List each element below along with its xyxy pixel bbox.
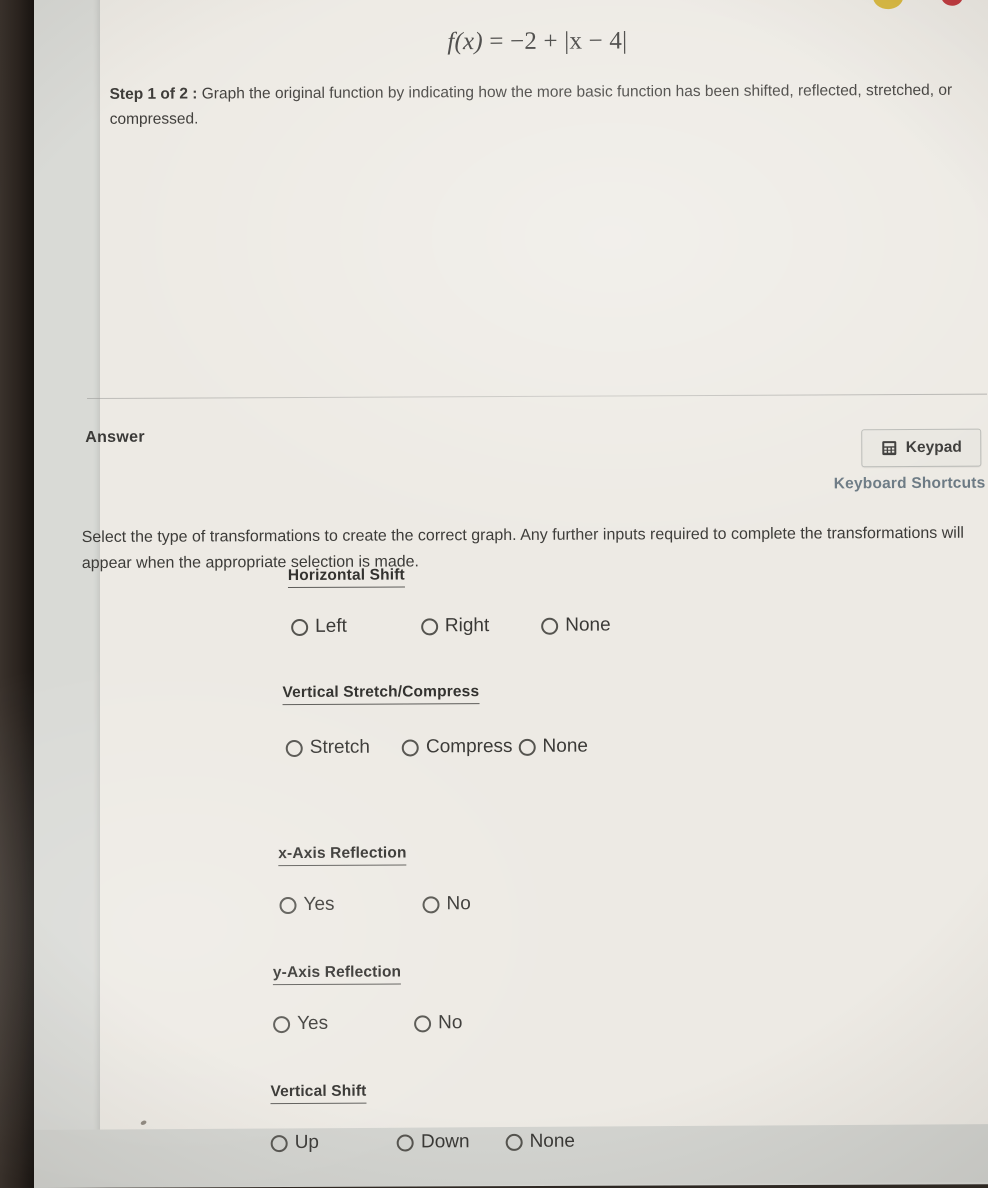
radio-option-compress[interactable]: Compress (401, 735, 513, 759)
radio-option-label: Left (315, 615, 347, 637)
radio-option-label: Compress (425, 735, 513, 758)
radio-option-stretch[interactable]: Stretch (285, 736, 371, 759)
radio-circle-icon (505, 1133, 523, 1151)
radio-circle-icon (401, 738, 419, 756)
radio-option-none[interactable]: None (505, 1131, 575, 1153)
radio-option-label: Yes (303, 893, 335, 915)
radio-option-no[interactable]: No (422, 893, 471, 915)
group-title: Vertical Stretch/Compress (282, 683, 480, 706)
screenshot-photo: f(x) = −2 + |x − 4| Step 1 of 2 : Graph … (0, 0, 988, 1188)
radio-option-label: Right (444, 615, 490, 637)
answer-heading: Answer (85, 428, 145, 447)
radio-option-up[interactable]: Up (270, 1131, 320, 1154)
keypad-button-label: Keypad (905, 438, 962, 457)
radio-circle-icon (420, 617, 438, 635)
radio-circle-icon (273, 1015, 291, 1033)
step-text: Graph the original function by indicatin… (109, 81, 953, 128)
radio-circle-icon (414, 1014, 432, 1032)
radio-option-none[interactable]: None (541, 614, 611, 636)
radio-option-yes[interactable]: Yes (279, 893, 335, 916)
dust-speck (140, 1119, 148, 1126)
formula-arg: (x) (454, 28, 483, 56)
radio-option-label: Yes (297, 1012, 329, 1034)
step-instruction: Step 1 of 2 : Graph the original functio… (109, 78, 959, 132)
options-row: Yes No (279, 893, 471, 916)
radio-option-yes[interactable]: Yes (273, 1013, 328, 1035)
radio-option-no[interactable]: No (414, 1012, 462, 1034)
transformation-group-y-axis-reflection: y-Axis Reflection Yes No (272, 963, 463, 1035)
transformation-group-horizontal-shift: Horizontal Shift Left Right None (287, 565, 611, 638)
options-row: Left Right None (291, 614, 611, 638)
question-page: f(x) = −2 + |x − 4| Step 1 of 2 : Graph … (0, 0, 988, 1188)
radio-circle-icon (396, 1133, 415, 1152)
calculator-keypad-icon (881, 440, 897, 456)
radio-circle-icon (279, 896, 297, 914)
radio-option-label: None (542, 735, 588, 757)
options-row: Yes No (273, 1012, 462, 1035)
radio-option-label: None (529, 1130, 576, 1152)
radio-option-label: Stretch (309, 736, 371, 758)
keyboard-shortcuts-link[interactable]: Keyboard Shortcuts (834, 475, 986, 494)
radio-option-label: Up (294, 1131, 320, 1154)
radio-circle-icon (285, 739, 303, 757)
group-title: x-Axis Reflection (278, 844, 407, 867)
transformation-group-vertical-stretch-compress: Vertical Stretch/Compress Stretch Compre… (282, 683, 588, 759)
step-label: Step 1 of 2 : (109, 85, 198, 103)
group-title: Horizontal Shift (287, 566, 405, 589)
function-formula: f(x) = −2 + |x − 4| (97, 26, 977, 58)
transformation-group-x-axis-reflection: x-Axis Reflection Yes No (278, 844, 471, 916)
group-title: y-Axis Reflection (272, 963, 402, 986)
radio-option-label: No (438, 1012, 463, 1034)
radio-option-none[interactable]: None (518, 736, 588, 758)
options-row: Stretch Compress None (285, 735, 588, 759)
radio-option-label: Down (420, 1131, 470, 1153)
group-title: Vertical Shift (270, 1082, 367, 1105)
transformation-group-vertical-shift: Vertical Shift Up Down None (270, 1082, 575, 1154)
radio-option-down[interactable]: Down (396, 1131, 470, 1153)
keypad-button[interactable]: Keypad (861, 428, 982, 468)
radio-circle-icon (270, 1134, 288, 1152)
formula-rest: = −2 + |x − 4| (482, 27, 628, 56)
radio-circle-icon (291, 618, 309, 636)
radio-circle-icon (541, 617, 559, 635)
section-divider (87, 393, 988, 400)
radio-circle-icon (518, 738, 536, 756)
radio-option-right[interactable]: Right (420, 615, 490, 637)
yellow-marker-dot (873, 0, 904, 10)
options-row: Up Down None (270, 1131, 575, 1154)
radio-option-label: No (446, 893, 471, 915)
radio-option-left[interactable]: Left (291, 616, 347, 638)
radio-circle-icon (422, 895, 440, 913)
red-marker-dot (941, 0, 964, 6)
radio-option-label: None (565, 614, 611, 636)
